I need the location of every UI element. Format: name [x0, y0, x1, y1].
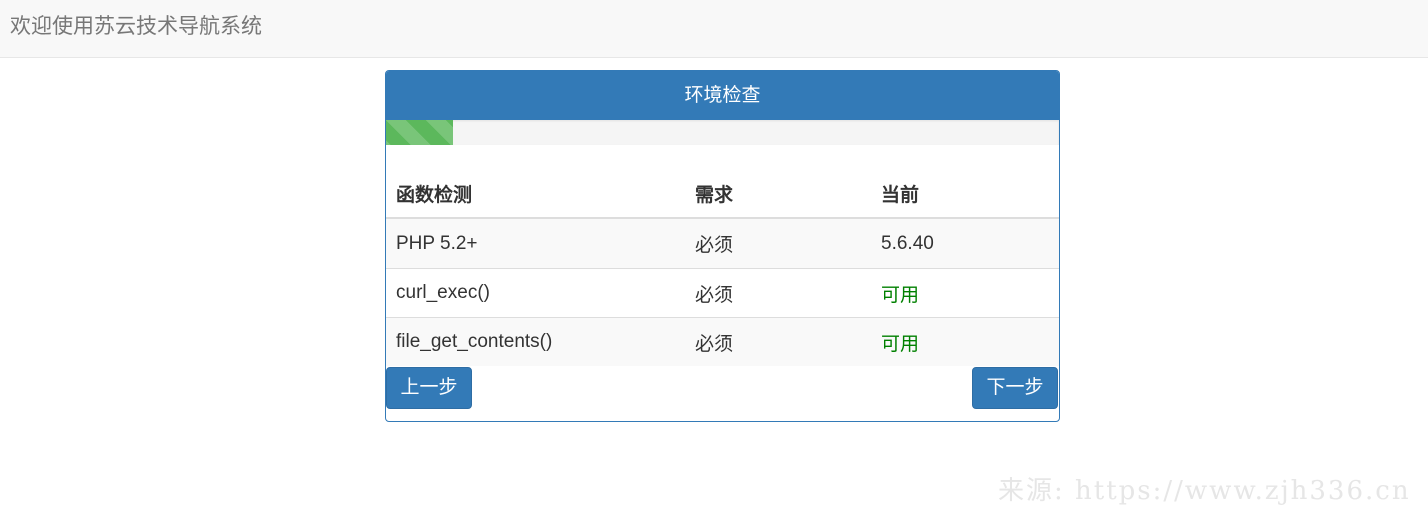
row-current-value: 5.6.40 [881, 232, 934, 254]
column-header-function: 函数检测 [396, 184, 473, 206]
column-header-current: 当前 [881, 184, 920, 206]
row-requirement: 必须 [695, 333, 734, 355]
next-step-button[interactable]: 下一步 [972, 367, 1058, 409]
row-current-value: 可用 [881, 284, 920, 306]
row-requirement: 必须 [695, 284, 734, 306]
row-function-name: PHP 5.2+ [396, 232, 478, 254]
top-navbar: 欢迎使用苏云技术导航系统 [0, 0, 1428, 58]
environment-check-panel: 环境检查 函数检测 需求 当前 PHP 5.2+ 必须 5.6.40 curl_… [385, 70, 1060, 422]
row-requirement: 必须 [695, 235, 734, 256]
row-function-name: curl_exec() [396, 282, 490, 303]
navbar-brand[interactable]: 欢迎使用苏云技术导航系统 [10, 13, 262, 41]
install-progress-bar [386, 120, 454, 145]
row-current-value: 可用 [881, 333, 920, 355]
column-header-requirement: 需求 [695, 184, 734, 206]
table-row: curl_exec() 必须 可用 [386, 268, 1059, 317]
install-progress [386, 120, 1059, 145]
previous-step-button[interactable]: 上一步 [386, 367, 472, 409]
panel-title: 环境检查 [386, 71, 1059, 120]
table-row: PHP 5.2+ 必须 5.6.40 [386, 219, 1059, 268]
watermark: 来源: https://www.zjh336.cn [998, 476, 1411, 506]
table-row: file_get_contents() 必须 可用 [386, 317, 1059, 366]
table-header: 函数检测 需求 当前 [386, 169, 1059, 219]
row-function-name: file_get_contents() [396, 331, 553, 352]
